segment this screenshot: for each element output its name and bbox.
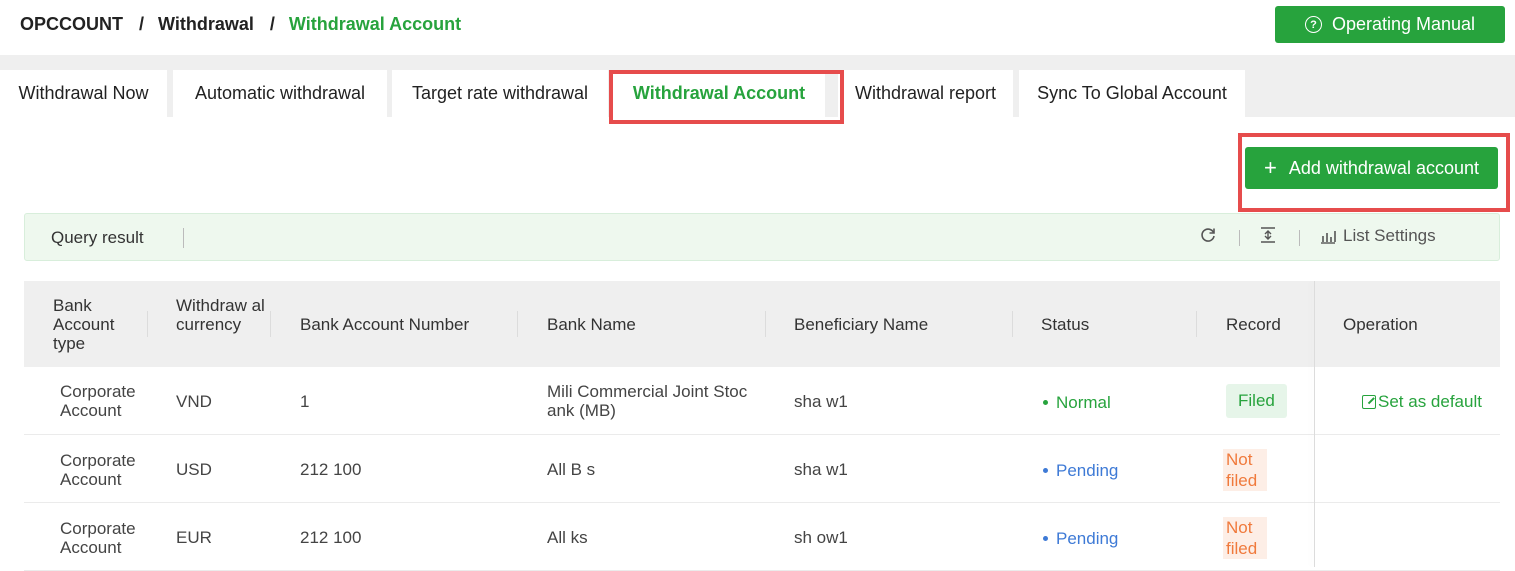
cell-currency: EUR [176,528,212,547]
cell-account-type: Corporate Account [60,382,136,420]
status-badge: Pending [1043,529,1118,548]
breadcrumb-parent[interactable]: Withdrawal [158,14,254,34]
record-badge: Not filed [1223,517,1267,559]
table-row[interactable]: Corporate Account USD 212 100 All B s sh… [24,435,1500,503]
column-header-operation: Operation [1343,315,1418,334]
tab-withdrawal-now[interactable]: Withdrawal Now [0,70,167,117]
tab-automatic-withdrawal[interactable]: Automatic withdrawal [173,70,387,117]
status-badge: Normal [1043,393,1111,412]
column-divider [1196,311,1197,337]
query-result-title: Query result [51,228,144,247]
cell-account-number: 1 [300,392,310,411]
record-badge: Filed [1226,384,1287,418]
divider [1299,230,1300,246]
column-height-icon[interactable] [1259,226,1277,244]
column-header-bank-name: Bank Name [547,315,636,334]
column-divider [147,311,148,337]
list-settings-label: List Settings [1343,226,1436,245]
question-circle-icon: ? [1304,16,1322,33]
cell-beneficiary: sha w1 [794,392,848,411]
cell-beneficiary: sh ow1 [794,528,848,547]
cell-bank-name: All ks [547,528,588,547]
list-settings-button[interactable]: List Settings [1319,226,1436,246]
external-link-icon [1362,395,1376,409]
highlight-box-tab [609,70,844,124]
operation-column-divider [1314,281,1315,567]
bar-chart-icon [1321,231,1336,244]
breadcrumb-separator: / [139,14,145,34]
column-divider [517,311,518,337]
cell-currency: VND [176,392,212,411]
divider [183,228,184,248]
column-header-currency: Withdraw al currency [176,296,265,334]
cell-account-type: Corporate Account [60,519,136,557]
cell-bank-name: Mili Commercial Joint Stoc ank (MB) [547,382,748,420]
cell-bank-name: All B s [547,460,596,479]
operating-manual-label: Operating Manual [1331,14,1476,34]
breadcrumb-separator: / [269,14,275,34]
tab-sync-to-global-account[interactable]: Sync To Global Account [1019,70,1245,117]
column-header-account-number: Bank Account Number [300,315,470,334]
cell-currency: USD [176,460,212,479]
cell-account-type: Corporate Account [60,451,136,489]
column-header-type: Bank Account type [53,296,115,353]
operating-manual-button[interactable]: ? Operating Manual [1275,6,1505,43]
page-header: OPCCOUNT / Withdrawal / Withdrawal Account ?… [0,0,1515,55]
table-row[interactable]: Corporate Account EUR 212 100 All ks sh … [24,503,1500,571]
table-header: Bank Account type Withdraw al currency B… [24,281,1500,367]
set-as-default-link[interactable]: Set as default [1362,392,1482,412]
cell-account-number: 212 100 [300,460,362,479]
column-divider [1012,311,1013,337]
record-badge: Not filed [1223,449,1267,491]
refresh-icon[interactable] [1199,226,1217,244]
tab-target-rate-withdrawal[interactable]: Target rate withdrawal [392,70,608,117]
column-header-status: Status [1041,315,1090,334]
column-header-beneficiary: Beneficiary Name [794,315,929,334]
breadcrumb: OPCCOUNT / Withdrawal / Withdrawal Account [20,14,461,35]
cell-account-number: 212 100 [300,528,362,547]
column-divider [765,311,766,337]
column-divider [270,311,271,337]
breadcrumb-root[interactable]: OPCCOUNT [20,14,123,34]
query-result-bar: Query result List Settings [24,213,1500,261]
tab-withdrawal-report[interactable]: Withdrawal report [838,70,1013,117]
cell-beneficiary: sha w1 [794,460,848,479]
highlight-box-add-button [1238,133,1510,212]
table-row[interactable]: Corporate Account VND 1 Mili Commercial … [24,367,1500,435]
divider [1239,230,1240,246]
column-header-record: Record [1226,315,1281,334]
status-badge: Pending [1043,461,1118,480]
breadcrumb-current: Withdrawal Account [288,14,462,34]
